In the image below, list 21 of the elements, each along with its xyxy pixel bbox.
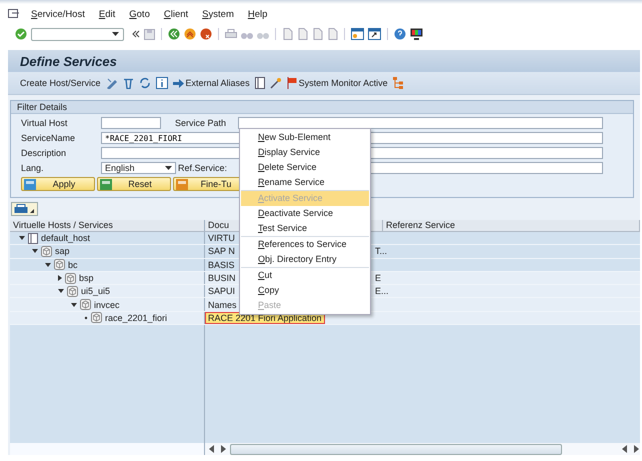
- button-label: Apply: [52, 179, 76, 189]
- table-cell-text: VIRTU: [207, 233, 236, 244]
- field-label: Service Path: [175, 118, 228, 128]
- table-cell: E...: [375, 286, 389, 296]
- table-cell-text: SAPUI: [207, 286, 236, 296]
- dropdown-value: English: [105, 163, 135, 173]
- field-label: ServiceName: [21, 133, 76, 143]
- button-label: Fine-Tu: [200, 179, 232, 189]
- table-cell-text: BUSIN: [207, 273, 237, 284]
- table-cell: T...: [375, 246, 388, 256]
- field-label: Ref.Service:: [178, 163, 228, 173]
- table-cell-text: BASIS: [207, 260, 236, 270]
- table-cell-text: SAP N: [207, 246, 236, 256]
- field-label: Virtual Host: [21, 118, 68, 128]
- field-label: Lang.: [21, 163, 45, 173]
- table-cell-text: Names: [207, 300, 238, 310]
- field-label: Description: [21, 148, 68, 158]
- page-title: Define Services: [20, 54, 117, 68]
- table-cell: E: [375, 273, 382, 284]
- group-title: Filter Details: [11, 101, 633, 114]
- button-label: Reset: [127, 179, 153, 189]
